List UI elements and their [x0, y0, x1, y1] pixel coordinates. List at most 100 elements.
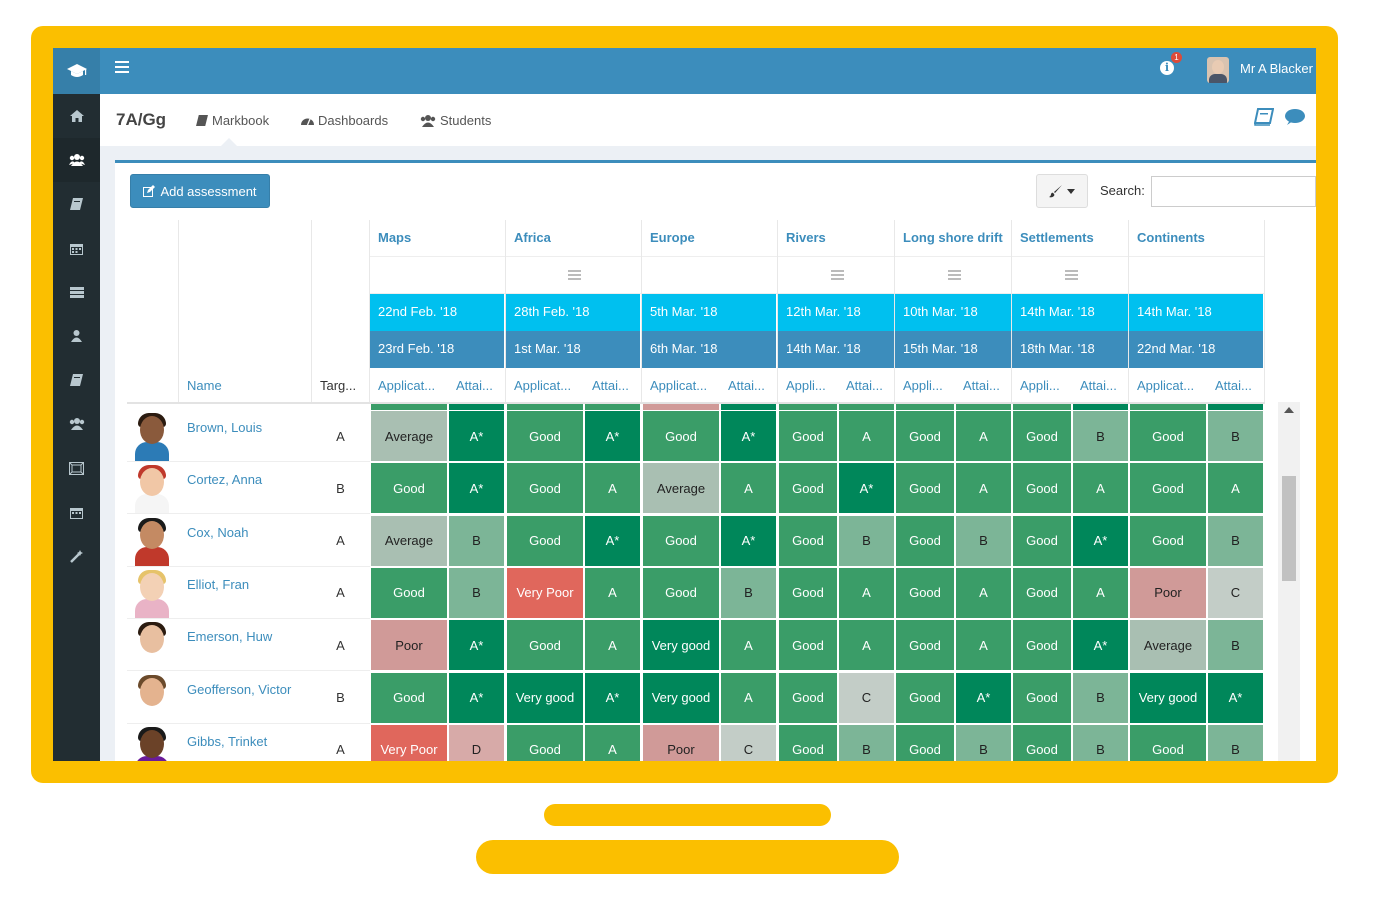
settings-list-icon[interactable]	[567, 270, 581, 280]
user-name[interactable]: Mr A Blacker	[1240, 61, 1313, 76]
grade-cell-attainment[interactable]: B	[1208, 620, 1263, 671]
grade-cell-application[interactable]: Good	[896, 672, 954, 723]
grade-cell-application[interactable]: Good	[1130, 515, 1206, 566]
grade-cell-application[interactable]: Good	[371, 672, 447, 723]
grade-cell-attainment[interactable]: A	[839, 620, 894, 671]
assessment-6-attainment-header[interactable]: Attai...	[1207, 368, 1264, 402]
grade-cell-attainment[interactable]: A*	[721, 411, 776, 461]
settings-list-icon[interactable]	[947, 270, 961, 280]
assessment-2-attainment-header[interactable]: Attai...	[720, 368, 777, 402]
grade-cell-application[interactable]: Good	[1013, 463, 1071, 514]
grade-cell-application[interactable]: Good	[371, 463, 447, 514]
grade-cell-attainment[interactable]: A	[956, 411, 1011, 461]
grade-cell-attainment[interactable]: A*	[585, 411, 640, 461]
grade-cell-attainment[interactable]: A	[721, 672, 776, 723]
assessment-2-date1[interactable]: 5th Mar. '18	[642, 294, 776, 331]
grade-cell-application[interactable]: Good	[779, 672, 837, 723]
grade-cell-attainment[interactable]: A	[839, 411, 894, 461]
scroll-up-arrow[interactable]	[1284, 407, 1294, 413]
grade-cell-application[interactable]: Good	[896, 724, 954, 761]
grade-cell-application[interactable]: Very good	[507, 672, 583, 723]
assessment-1-name[interactable]: Africa	[506, 220, 641, 257]
grade-cell-application[interactable]: Good	[507, 411, 583, 461]
grade-cell-attainment[interactable]: A	[1208, 463, 1263, 514]
grade-cell-application[interactable]: Good	[896, 567, 954, 618]
grade-cell-attainment[interactable]: A	[956, 567, 1011, 618]
grade-cell-attainment[interactable]: C	[1208, 567, 1263, 618]
grade-cell-application[interactable]: Very good	[643, 672, 719, 723]
grade-cell-attainment[interactable]: A*	[585, 672, 640, 723]
grade-cell-application[interactable]: Good	[371, 567, 447, 618]
assessment-4-application-header[interactable]: Appli...	[895, 368, 955, 402]
tab-dashboards[interactable]: Dashboards	[301, 113, 388, 128]
assessment-0-date2[interactable]: 23rd Feb. '18	[370, 331, 504, 368]
grade-cell-application[interactable]: Good	[896, 411, 954, 461]
grade-cell-attainment[interactable]: C	[721, 724, 776, 761]
grid-icon[interactable]	[53, 446, 100, 490]
grade-cell-attainment[interactable]: B	[721, 567, 776, 618]
calendar-icon[interactable]	[53, 490, 100, 534]
student-name[interactable]: Brown, Louis	[187, 420, 262, 435]
grade-cell-attainment[interactable]: A	[1073, 567, 1128, 618]
home-icon[interactable]	[53, 94, 100, 138]
grade-cell-attainment[interactable]: A*	[449, 672, 504, 723]
grade-cell-application[interactable]: Good	[779, 515, 837, 566]
grade-cell-attainment[interactable]: B	[956, 515, 1011, 566]
calendar-icon[interactable]	[53, 226, 100, 270]
grade-cell-attainment[interactable]: B	[1073, 411, 1128, 461]
grade-cell-attainment[interactable]: A	[585, 567, 640, 618]
grade-cell-application[interactable]: Good	[507, 724, 583, 761]
assessment-1-date1[interactable]: 28th Feb. '18	[506, 294, 640, 331]
grade-cell-attainment[interactable]: B	[1073, 672, 1128, 723]
grade-cell-application[interactable]: Good	[643, 411, 719, 461]
assessment-4-name[interactable]: Long shore drift	[895, 220, 1012, 257]
grade-cell-application[interactable]: Good	[1130, 463, 1206, 514]
grade-cell-attainment[interactable]: A*	[956, 672, 1011, 723]
grade-cell-application[interactable]: Good	[779, 567, 837, 618]
grade-cell-attainment[interactable]: A*	[839, 463, 894, 514]
student-name[interactable]: Emerson, Huw	[187, 629, 272, 644]
assessment-3-name[interactable]: Rivers	[778, 220, 895, 257]
name-header[interactable]: Name	[179, 368, 311, 402]
grade-cell-application[interactable]: Good	[1013, 672, 1071, 723]
grade-cell-application[interactable]: Good	[896, 463, 954, 514]
grade-cell-application[interactable]: Good	[1013, 620, 1071, 671]
student-name[interactable]: Geofferson, Victor	[187, 682, 291, 697]
grade-cell-application[interactable]: Good	[507, 463, 583, 514]
grade-cell-attainment[interactable]: A*	[585, 515, 640, 566]
assessment-2-date2[interactable]: 6th Mar. '18	[642, 331, 776, 368]
grade-cell-application[interactable]: Good	[779, 724, 837, 761]
user-icon[interactable]	[53, 314, 100, 358]
assessment-3-date1[interactable]: 12th Mar. '18	[778, 294, 894, 331]
assessment-5-application-header[interactable]: Appli...	[1012, 368, 1072, 402]
student-name[interactable]: Gibbs, Trinket	[187, 734, 267, 749]
grade-cell-application[interactable]: Average	[371, 411, 447, 461]
grade-cell-application[interactable]: Good	[896, 620, 954, 671]
assessment-3-application-header[interactable]: Appli...	[778, 368, 838, 402]
grade-cell-attainment[interactable]: A	[721, 620, 776, 671]
list-icon[interactable]	[53, 270, 100, 314]
grade-cell-application[interactable]: Good	[1013, 411, 1071, 461]
grade-cell-attainment[interactable]: B	[956, 724, 1011, 761]
assessment-6-date2[interactable]: 22nd Mar. '18	[1129, 331, 1263, 368]
search-input[interactable]	[1151, 176, 1316, 207]
assessment-1-attainment-header[interactable]: Attai...	[584, 368, 641, 402]
info-icon[interactable]: i	[1160, 61, 1174, 75]
assessment-4-attainment-header[interactable]: Attai...	[955, 368, 1012, 402]
grade-cell-attainment[interactable]: A*	[1208, 672, 1263, 723]
grade-cell-attainment[interactable]: B	[1208, 515, 1263, 566]
grade-cell-application[interactable]: Good	[507, 620, 583, 671]
grade-cell-attainment[interactable]: B	[1208, 724, 1263, 761]
assessment-0-application-header[interactable]: Applicat...	[370, 368, 448, 402]
book-icon[interactable]	[53, 182, 100, 226]
assessment-5-date1[interactable]: 14th Mar. '18	[1012, 294, 1128, 331]
grade-cell-attainment[interactable]: B	[1073, 724, 1128, 761]
grade-cell-attainment[interactable]: B	[449, 567, 504, 618]
grade-cell-attainment[interactable]: C	[839, 672, 894, 723]
grade-cell-attainment[interactable]: A	[956, 620, 1011, 671]
grade-cell-attainment[interactable]: A	[585, 724, 640, 761]
grade-cell-attainment[interactable]: A*	[449, 411, 504, 461]
grade-cell-attainment[interactable]: A	[585, 620, 640, 671]
scroll-thumb[interactable]	[1282, 476, 1296, 581]
grade-cell-attainment[interactable]: A*	[1073, 620, 1128, 671]
